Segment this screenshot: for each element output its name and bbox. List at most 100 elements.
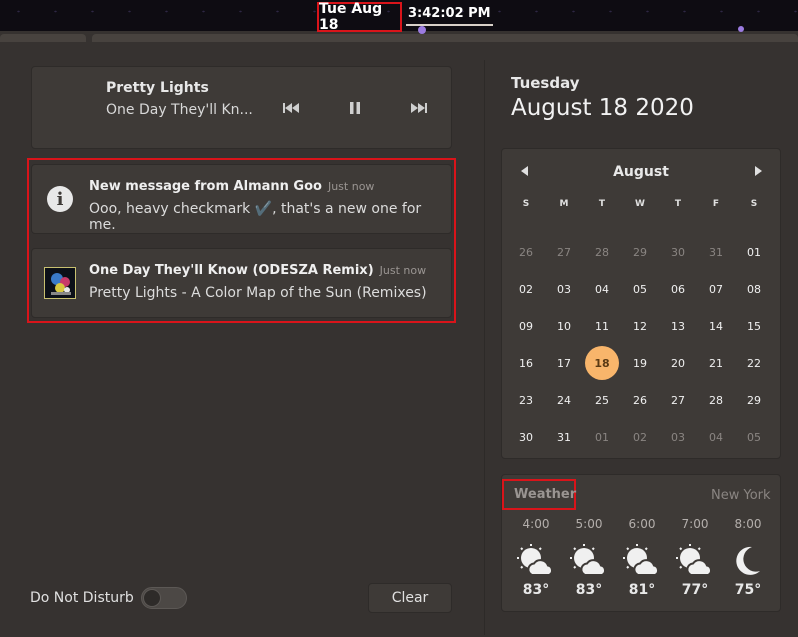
window-edge	[0, 34, 86, 42]
calendar-day[interactable]: 26	[509, 235, 543, 269]
calendar-day[interactable]: 01	[585, 420, 619, 454]
calendar-day[interactable]: 22	[737, 346, 771, 380]
weekday-header: F	[712, 199, 720, 209]
forecast-temp: 77°	[681, 582, 709, 598]
partly-cloudy-day-icon	[675, 543, 715, 579]
panel-divider	[484, 60, 485, 635]
previous-icon	[283, 103, 299, 113]
calendar-day[interactable]: 31	[699, 235, 733, 269]
calendar-day[interactable]: 16	[509, 346, 543, 380]
toggle-knob	[143, 589, 161, 607]
weekday-header: T	[598, 199, 606, 209]
calendar-day[interactable]: 21	[699, 346, 733, 380]
calendar-day[interactable]: 06	[661, 272, 695, 306]
calendar-day[interactable]: 25	[585, 383, 619, 417]
calendar-day[interactable]: 28	[585, 235, 619, 269]
calendar-day[interactable]: 12	[623, 309, 657, 343]
weekday-header: S	[522, 199, 530, 209]
calendar-day[interactable]: 03	[547, 272, 581, 306]
chevron-right-icon	[755, 166, 762, 176]
notification-title: One Day They'll Know (ODESZA Remix) Just …	[89, 263, 426, 278]
forecast-temp: 75°	[734, 582, 762, 598]
calendar-day[interactable]: 07	[699, 272, 733, 306]
calendar-day[interactable]: 03	[661, 420, 695, 454]
forecast-hour: 6:00	[628, 517, 656, 531]
calendar-day[interactable]: 31	[547, 420, 581, 454]
weekday-header: S	[750, 199, 758, 209]
next-track-button[interactable]	[408, 98, 430, 118]
previous-track-button[interactable]	[280, 98, 302, 118]
clear-button[interactable]: Clear	[368, 583, 452, 613]
calendar-day[interactable]: 20	[661, 346, 695, 380]
weekday-header: M	[559, 199, 569, 209]
calendar-day[interactable]: 04	[699, 420, 733, 454]
calendar-day[interactable]: 11	[585, 309, 619, 343]
wallpaper-dot	[418, 26, 426, 34]
calendar-day[interactable]: 02	[623, 420, 657, 454]
pause-button[interactable]	[344, 98, 366, 118]
forecast-temp: 81°	[628, 582, 656, 598]
forecast-temp: 83°	[575, 582, 603, 598]
notification-time: Just now	[327, 180, 375, 193]
notification-title-text: New message from Almann Goo	[89, 179, 322, 194]
calendar-day[interactable]: 19	[623, 346, 657, 380]
calendar-day[interactable]: 14	[699, 309, 733, 343]
calendar-day[interactable]: 27	[547, 235, 581, 269]
calendar-day[interactable]: 13	[661, 309, 695, 343]
calendar-day[interactable]: 10	[547, 309, 581, 343]
calendar-day[interactable]: 05	[623, 272, 657, 306]
calendar-day[interactable]: 29	[623, 235, 657, 269]
calendar-day[interactable]: 26	[623, 383, 657, 417]
partly-cloudy-day-icon	[622, 543, 662, 579]
calendar-day[interactable]: 24	[547, 383, 581, 417]
pause-icon	[350, 102, 360, 114]
calendar-day[interactable]: 29	[737, 383, 771, 417]
forecast-hour: 7:00	[681, 517, 709, 531]
album-art	[44, 267, 76, 299]
weather-title: Weather	[514, 487, 577, 502]
forecast-hour: 4:00	[522, 517, 550, 531]
calendar-day[interactable]: 17	[547, 346, 581, 380]
weekday-label: Tuesday	[511, 74, 580, 92]
weekday-header: T	[674, 199, 682, 209]
calendar-day[interactable]: 09	[509, 309, 543, 343]
do-not-disturb-toggle[interactable]	[141, 587, 187, 609]
clock-date[interactable]: Tue Aug 18	[317, 1, 402, 33]
weekday-header: W	[635, 199, 645, 209]
calendar-day-today[interactable]: 18	[585, 346, 619, 380]
media-artist: One Day They'll Kn...	[106, 102, 253, 118]
clock-time[interactable]: 3:42:02 PM	[406, 4, 493, 26]
window-edge	[92, 34, 798, 42]
info-icon: i	[47, 186, 73, 212]
notification-title-text: One Day They'll Know (ODESZA Remix)	[89, 263, 374, 278]
calendar-day[interactable]: 27	[661, 383, 695, 417]
do-not-disturb-label: Do Not Disturb	[30, 590, 134, 606]
wallpaper-dot	[738, 26, 744, 32]
calendar-day[interactable]: 04	[585, 272, 619, 306]
next-icon	[411, 103, 427, 113]
calendar-day[interactable]: 23	[509, 383, 543, 417]
calendar-day[interactable]: 30	[509, 420, 543, 454]
notification-time: Just now	[379, 264, 427, 277]
media-title: Pretty Lights	[106, 80, 209, 96]
full-date-label: August 18 2020	[511, 95, 694, 121]
calendar-day[interactable]: 05	[737, 420, 771, 454]
notification-card[interactable]: One Day They'll Know (ODESZA Remix) Just …	[31, 248, 452, 318]
notification-title: New message from Almann Goo Just now	[89, 179, 374, 194]
weather-location: New York	[711, 488, 771, 503]
notification-body: Ooo, heavy checkmark ✔️, that's a new on…	[89, 201, 422, 233]
notification-body: Pretty Lights - A Color Map of the Sun (…	[89, 285, 427, 301]
forecast-hour: 8:00	[734, 517, 762, 531]
calendar-day[interactable]: 01	[737, 235, 771, 269]
partly-cloudy-day-icon	[569, 543, 609, 579]
calendar-day[interactable]: 30	[661, 235, 695, 269]
calendar: August S M T W T F S 26 27 28 29 30 31 01 02 03 04 05 06 07…	[501, 148, 781, 459]
moon-icon	[728, 543, 768, 579]
next-month-button[interactable]	[755, 166, 762, 179]
notification-card[interactable]: i New message from Almann Goo Just now Oo…	[31, 164, 452, 234]
calendar-day[interactable]: 28	[699, 383, 733, 417]
partly-cloudy-day-icon	[516, 543, 556, 579]
calendar-day[interactable]: 15	[737, 309, 771, 343]
calendar-day[interactable]: 08	[737, 272, 771, 306]
calendar-day[interactable]: 02	[509, 272, 543, 306]
